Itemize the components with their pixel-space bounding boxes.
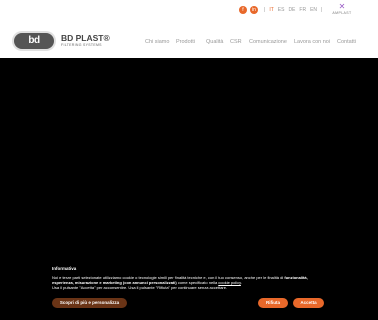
nav-prodotti[interactable]: Prodotti [176,39,195,45]
lang-fr[interactable]: FR [299,7,306,13]
nav-lavora-con-noi[interactable]: Lavora con noi [294,39,330,45]
lang-de[interactable]: DE [288,7,295,13]
lang-separator: | [321,7,323,13]
lang-separator: | [264,7,266,13]
reject-button[interactable]: Rifiuta [258,298,288,308]
learn-more-button[interactable]: Scopri di più e personalizza [52,298,127,308]
lang-it[interactable]: IT [269,7,273,13]
amplast-logo[interactable]: ✕ AMPLAST [328,3,356,17]
nav-qualita[interactable]: Qualità [206,39,223,45]
amplast-x-icon: ✕ [338,2,346,11]
linkedin-icon[interactable]: in [250,6,258,14]
nav-chi-siamo[interactable]: Chi siamo [145,39,169,45]
nav-csr[interactable]: CSR [230,39,242,45]
nav-comunicazione[interactable]: Comunicazione [249,39,287,45]
lang-es[interactable]: ES [278,7,285,13]
cookie-text: Noi e terze parti selezionate utilizziam… [52,275,308,290]
accept-button[interactable]: Accetta [293,298,324,308]
cookie-title: Informativa [52,266,77,271]
language-switcher: | IT ES DE FR EN | [264,7,322,13]
nav-contatti[interactable]: Contatti [337,39,356,45]
facebook-icon[interactable]: f [239,6,247,14]
site-header: bd BD PLAST® FILTERING SYSTEMS f in | IT… [0,0,378,58]
lang-en[interactable]: EN [310,7,317,13]
cookie-text-line2: Usa il pulsante "Accetta" per acconsenti… [52,285,228,290]
amplast-text: AMPLAST [332,11,352,15]
social-links: f in [239,6,258,14]
main-nav: Chi siamo Prodotti Qualità CSR Comunicaz… [0,39,378,47]
